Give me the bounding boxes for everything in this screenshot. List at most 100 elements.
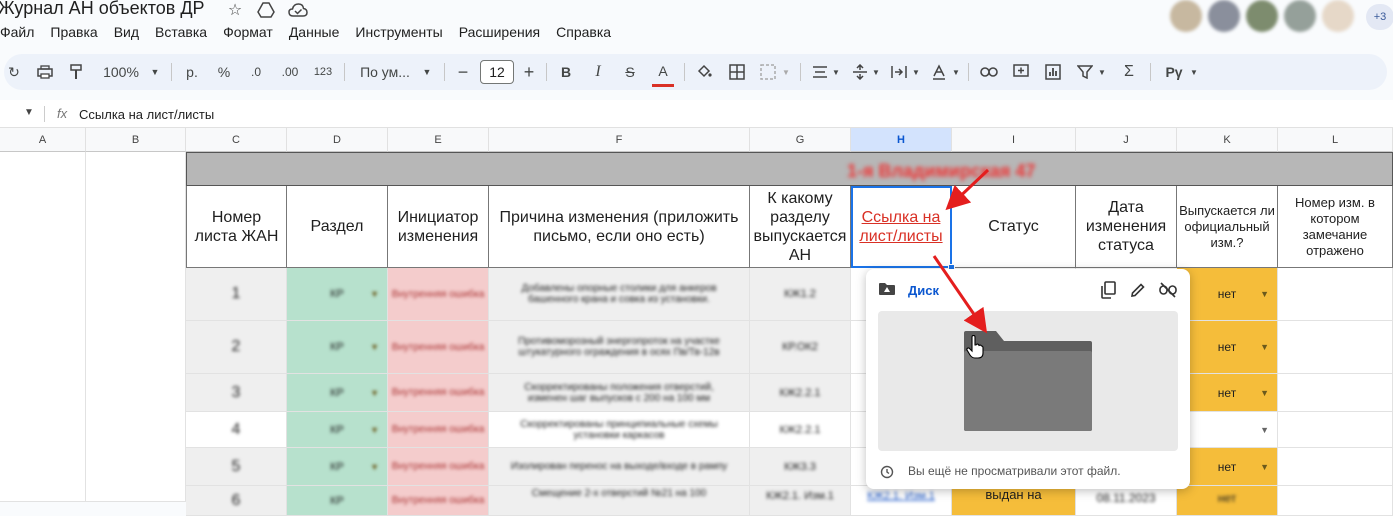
horizontal-align-icon[interactable]: [810, 54, 830, 90]
row-3-initiator[interactable]: Внутренняя ошибка: [388, 374, 489, 412]
move-to-drive-icon[interactable]: [256, 0, 276, 20]
edit-link-icon[interactable]: [1127, 279, 1149, 301]
row-5-change-number[interactable]: [1278, 448, 1393, 486]
formula-input[interactable]: Ссылка на лист/листы: [79, 107, 214, 122]
filter-icon[interactable]: [1074, 54, 1096, 90]
menu-help[interactable]: Справка: [556, 22, 611, 44]
column-header-b[interactable]: B: [86, 128, 186, 152]
row-1-reason[interactable]: Добавлены опорные столики для анкеров ба…: [489, 268, 750, 321]
cloud-status-icon[interactable]: [288, 0, 308, 20]
decrease-decimal-button[interactable]: .0: [244, 54, 268, 90]
column-header-h[interactable]: H: [851, 128, 952, 152]
chevron-down-icon[interactable]: ▼: [830, 54, 842, 90]
row-6-reason[interactable]: Смещение 2-х отверстий №21 на 100: [489, 486, 750, 516]
row-2-section[interactable]: КР ▼: [287, 321, 388, 374]
column-header-e[interactable]: E: [388, 128, 489, 152]
chevron-down-icon[interactable]: ▼: [780, 54, 792, 90]
header-reason[interactable]: Причина изменения (приложить письмо, есл…: [489, 186, 750, 268]
folder-preview[interactable]: [878, 311, 1178, 451]
object-banner-row[interactable]: 1-я Владимирская 47: [186, 152, 1393, 186]
header-link-selected[interactable]: Ссылка на лист/листы: [851, 186, 952, 268]
zoom-select[interactable]: 100%: [96, 54, 146, 90]
row-4-reason[interactable]: Скорректированы принципиальные схемы уст…: [489, 412, 750, 448]
header-link-text[interactable]: Ссылка на лист/листы: [853, 208, 949, 246]
row-6-target[interactable]: КЖ2.1. Изм.1: [750, 486, 851, 516]
row-2-number[interactable]: 2: [186, 321, 287, 374]
menu-file[interactable]: Файл: [0, 22, 34, 44]
row-6-number[interactable]: 6: [186, 486, 287, 516]
chevron-down-icon[interactable]: ▼: [950, 54, 962, 90]
row-5-reason[interactable]: Изолирован перенос на выходе/входе в рам…: [489, 448, 750, 486]
menu-edit[interactable]: Правка: [50, 22, 97, 44]
insert-chart-icon[interactable]: [1042, 54, 1064, 90]
copy-link-icon[interactable]: [1097, 279, 1119, 301]
fill-color-icon[interactable]: [694, 54, 714, 90]
number-format-button[interactable]: 123: [310, 54, 336, 90]
row-6-section[interactable]: КР: [287, 486, 388, 516]
row-3-section[interactable]: КР ▼: [287, 374, 388, 412]
row-3-change-number[interactable]: [1278, 374, 1393, 412]
increase-decimal-button[interactable]: .00: [276, 54, 304, 90]
document-title[interactable]: Журнал АН объектов ДР: [0, 0, 205, 19]
row-4-section[interactable]: КР ▼: [287, 412, 388, 448]
avatar[interactable]: [1284, 0, 1316, 32]
avatar[interactable]: [1322, 0, 1354, 32]
increase-font-size-icon[interactable]: +: [520, 54, 538, 90]
bold-button[interactable]: B: [556, 54, 576, 90]
row-5-section[interactable]: КР ▼: [287, 448, 388, 486]
row-6-date[interactable]: 08.11.2023: [1076, 486, 1177, 516]
decrease-font-size-icon[interactable]: −: [454, 54, 472, 90]
avatar[interactable]: [1208, 0, 1240, 32]
row-5-target[interactable]: КЖ3.3: [750, 448, 851, 486]
name-box-dropdown-icon[interactable]: ▼: [24, 107, 34, 118]
row-6-link[interactable]: КЖ2.1. Изм.1: [851, 486, 952, 516]
column-header-a[interactable]: A: [0, 128, 86, 152]
row-4-initiator[interactable]: Внутренняя ошибка: [388, 412, 489, 448]
row-6-initiator[interactable]: Внутренняя ошибка: [388, 486, 489, 516]
row-6-status[interactable]: выдан на: [952, 486, 1076, 516]
header-sheet-number[interactable]: Номер листа ЖАН: [186, 186, 287, 268]
row-4-number[interactable]: 4: [186, 412, 287, 448]
chevron-down-icon[interactable]: ▼: [420, 54, 434, 90]
row-3-official[interactable]: нет ▼: [1177, 374, 1278, 412]
row-2-reason[interactable]: Противоморозный энергопроток на участке …: [489, 321, 750, 374]
text-wrap-icon[interactable]: [888, 54, 910, 90]
column-header-j[interactable]: J: [1076, 128, 1177, 152]
row-5-initiator[interactable]: Внутренняя ошибка: [388, 448, 489, 486]
text-color-button[interactable]: A: [652, 57, 674, 87]
row-3-target[interactable]: КЖ2.2.1: [750, 374, 851, 412]
chevron-down-icon[interactable]: ▼: [148, 54, 162, 90]
row-6-change-number[interactable]: [1278, 486, 1393, 516]
star-icon[interactable]: ☆: [225, 0, 245, 20]
chevron-down-icon[interactable]: ▼: [870, 54, 882, 90]
row-2-official[interactable]: нет ▼: [1177, 321, 1278, 374]
popup-title-link[interactable]: Диск: [908, 283, 939, 298]
more-collaborators-badge[interactable]: +3: [1366, 4, 1393, 30]
column-header-d[interactable]: D: [287, 128, 388, 152]
row-5-number[interactable]: 5: [186, 448, 287, 486]
menu-insert[interactable]: Вставка: [155, 22, 207, 44]
row-4-change-number[interactable]: [1278, 412, 1393, 448]
percent-format-button[interactable]: %: [214, 54, 234, 90]
avatar[interactable]: [1170, 0, 1202, 32]
header-initiator[interactable]: Инициатор изменения: [388, 186, 489, 268]
column-a-cells[interactable]: [0, 152, 86, 502]
currency-format-button[interactable]: р.: [182, 54, 202, 90]
text-rotation-icon[interactable]: [928, 54, 950, 90]
column-header-g[interactable]: G: [750, 128, 851, 152]
header-status-date[interactable]: Дата изменения статуса: [1076, 186, 1177, 268]
column-header-f[interactable]: F: [489, 128, 750, 152]
menu-tools[interactable]: Инструменты: [355, 22, 442, 44]
menu-format[interactable]: Формат: [223, 22, 273, 44]
vertical-align-icon[interactable]: [850, 54, 870, 90]
input-tools-button[interactable]: Рγ: [1160, 54, 1188, 90]
row-1-section[interactable]: КР ▼: [287, 268, 388, 321]
chevron-down-icon[interactable]: ▼: [910, 54, 922, 90]
font-select[interactable]: По ум...: [354, 54, 416, 90]
font-size-input[interactable]: 12: [480, 60, 514, 84]
column-header-k[interactable]: K: [1177, 128, 1278, 152]
insert-comment-icon[interactable]: [1010, 54, 1032, 90]
header-status[interactable]: Статус: [952, 186, 1076, 268]
remove-link-icon[interactable]: [1157, 279, 1179, 301]
row-2-change-number[interactable]: [1278, 321, 1393, 374]
